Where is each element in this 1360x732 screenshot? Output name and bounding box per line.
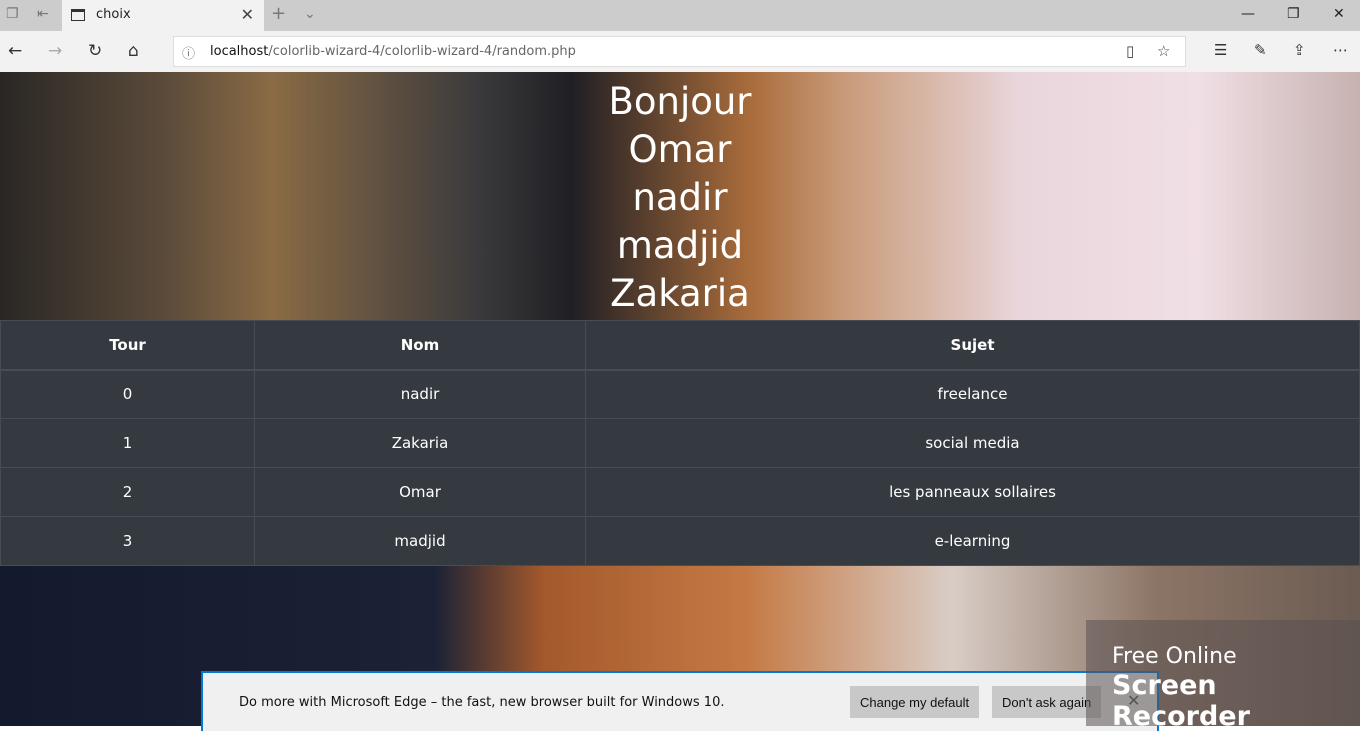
greeting-line: madjid [616,224,744,267]
tab-manager-icon[interactable]: ❐ [6,6,19,22]
page-icon [71,9,85,21]
new-tab-icon[interactable]: + [271,3,286,24]
header-nom: Nom [254,320,586,371]
notification-message: Do more with Microsoft Edge – the fast, … [239,695,725,710]
table-row: 0 nadir freelance [0,369,1360,419]
table-cell: 1 [0,418,255,468]
minimize-icon[interactable]: — [1241,6,1255,22]
table-cell: 0 [0,369,255,419]
table-cell: Zakaria [254,418,586,468]
dont-ask-again-button[interactable]: Don't ask again [992,686,1102,718]
table-cell: 3 [0,516,255,566]
restore-icon[interactable]: ❐ [1287,6,1300,22]
table-cell: e-learning [585,516,1360,566]
table-cell: 2 [0,467,255,517]
edge-notification-bar: Do more with Microsoft Edge – the fast, … [201,671,1159,731]
header-tour: Tour [0,320,255,371]
info-icon: ⓘ [182,47,196,62]
watermark-line: Free Online [1112,644,1237,669]
change-default-button[interactable]: Change my default [850,686,980,718]
greeting-line: Omar [628,128,732,171]
close-tab-icon[interactable]: ✕ [241,5,254,24]
watermark: Free Online Screen Recorder [1086,620,1360,732]
chevron-down-icon[interactable]: ⌄ [304,6,316,22]
home-icon[interactable]: ⌂ [128,41,139,61]
table-cell: social media [585,418,1360,468]
refresh-icon[interactable]: ↻ [88,41,102,61]
header-sujet: Sujet [585,320,1360,371]
tab-title: choix [96,7,131,22]
table-cell: madjid [254,516,586,566]
url-text: localhost/colorlib-wizard-4/colorlib-wiz… [210,44,576,59]
reading-view-icon[interactable]: ▯ [1126,42,1134,60]
watermark-line: Screen Recorder [1112,670,1250,732]
table-cell: les panneaux sollaires [585,467,1360,517]
greeting-line: nadir [632,176,728,219]
table-row: 1 Zakaria social media [0,418,1360,468]
share-icon[interactable]: ⇪ [1293,41,1306,59]
greeting: Bonjour Omar nadir madjid Zakaria [580,78,780,318]
forward-icon[interactable]: → [48,41,62,61]
web-note-icon[interactable]: ✎ [1254,41,1267,59]
table-cell: Omar [254,467,586,517]
close-window-icon[interactable]: ✕ [1333,6,1345,22]
back-icon[interactable]: ← [8,41,22,61]
address-bar[interactable]: ⓘ localhost/colorlib-wizard-4/colorlib-w… [173,36,1186,67]
table-row: 2 Omar les panneaux sollaires [0,467,1360,517]
results-table: Tour Nom Sujet 0 nadir freelance 1 Zakaria so… [0,320,1360,566]
set-aside-tabs-icon[interactable]: ⇤ [37,6,49,22]
table-cell: nadir [254,369,586,419]
greeting-line: Zakaria [610,272,750,315]
tab-bar: ❐ ⇤ choix ✕ + ⌄ — ❐ ✕ [0,0,1360,31]
table-row: 3 madjid e-learning [0,516,1360,566]
more-icon[interactable]: ⋯ [1333,41,1348,59]
greeting-line: Bonjour [608,80,752,123]
tab-choix[interactable]: choix ✕ [62,0,264,31]
favorites-hub-icon[interactable]: ☰ [1214,41,1227,59]
favorite-star-icon[interactable]: ☆ [1157,42,1170,60]
table-cell: freelance [585,369,1360,419]
navigation-bar: ← → ↻ ⌂ ⓘ localhost/colorlib-wizard-4/co… [0,31,1360,72]
